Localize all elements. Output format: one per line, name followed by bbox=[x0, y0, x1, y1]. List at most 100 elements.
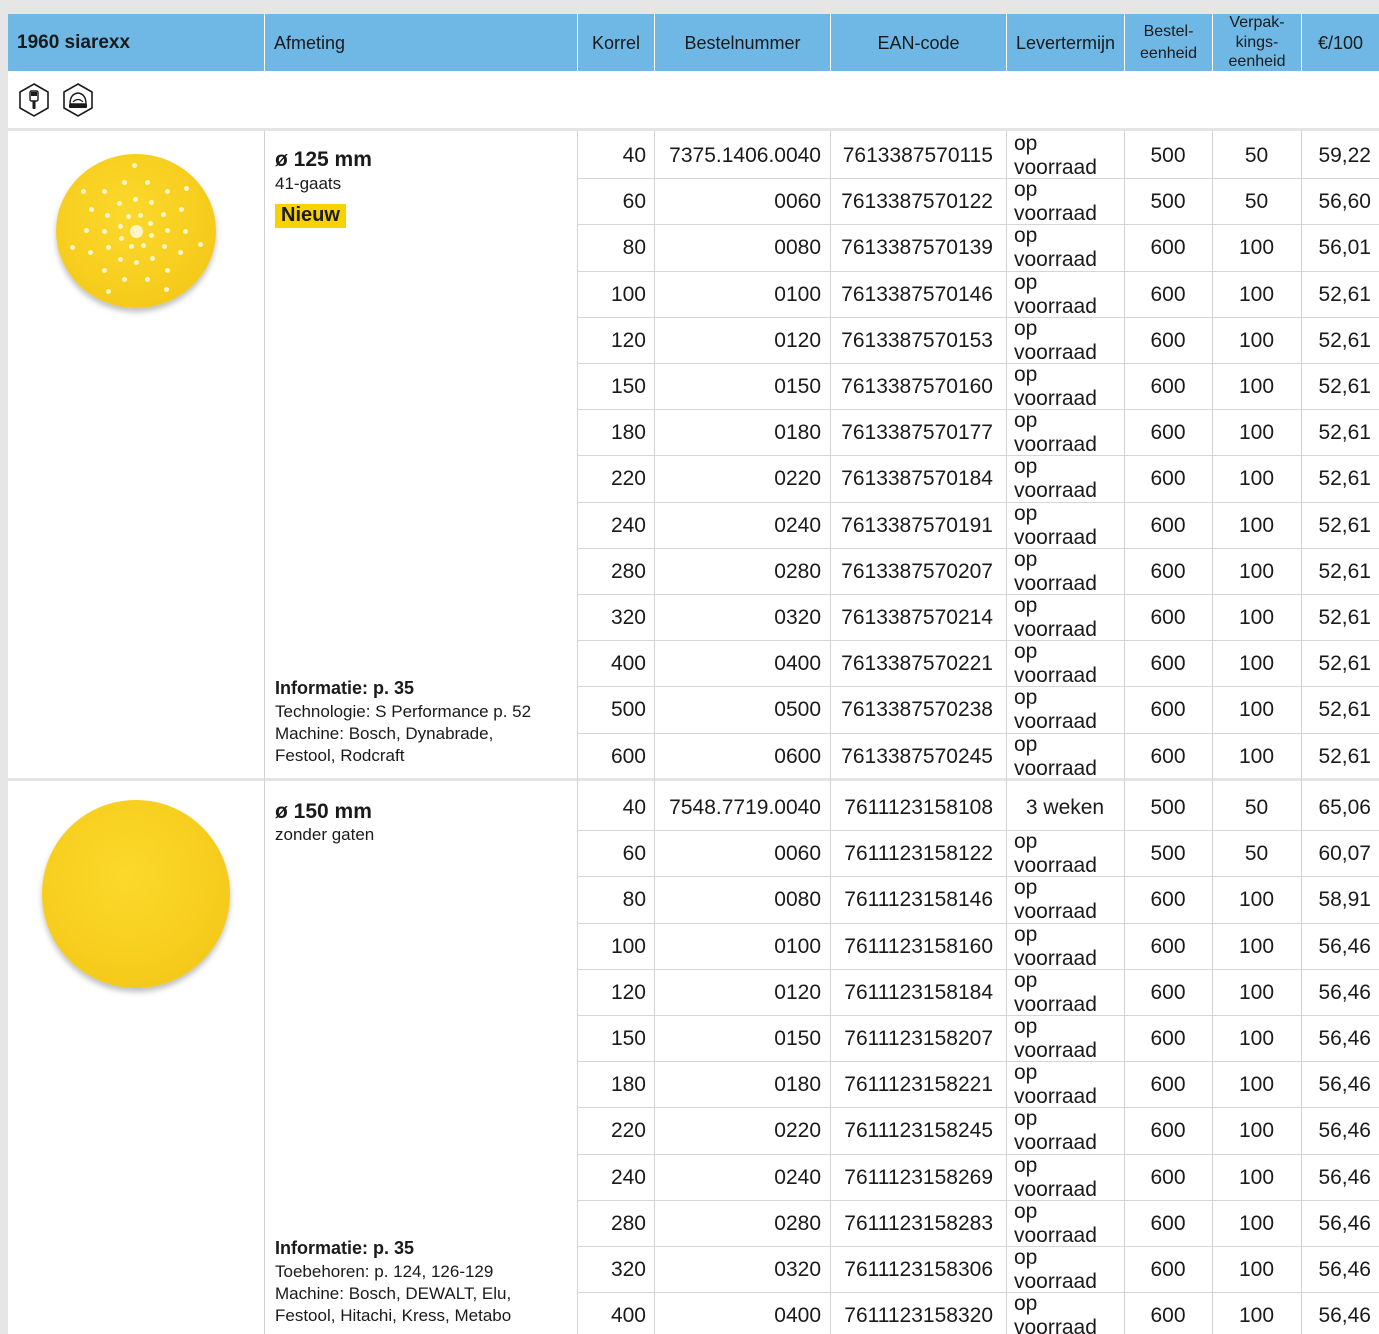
cell-lever: op voorraad bbox=[1014, 594, 1097, 641]
table-row: 60 0060 7613387570122 op voorraad 500 50 56,60 bbox=[577, 178, 1379, 225]
cell-ve: 100 bbox=[1238, 935, 1275, 958]
cell-ean: 7613387570191 bbox=[841, 514, 993, 537]
table-row: 400 0400 7611123158320 op voorraad 600 100 56,… bbox=[577, 1292, 1379, 1334]
cell-lever: op voorraad bbox=[1014, 1015, 1097, 1062]
header-levertermijn: Levertermijn bbox=[1006, 14, 1124, 71]
header-besteleenheid-line2: eenheid bbox=[1140, 44, 1197, 62]
cell-ve: 100 bbox=[1238, 283, 1275, 306]
info-title: Informatie: p. 35 bbox=[275, 1238, 415, 1258]
cell-bestel: 0220 bbox=[774, 1119, 821, 1142]
cell-bestel: 7548.7719.0040 bbox=[669, 796, 821, 819]
cell-prijs: 56,46 bbox=[1318, 1212, 1371, 1235]
header-verpak-line3: eenheid bbox=[1228, 53, 1286, 71]
disc-hole bbox=[138, 213, 144, 219]
cell-korrel: 40 bbox=[622, 796, 646, 819]
cell-korrel: 320 bbox=[610, 1258, 646, 1281]
table-row: 400 0400 7613387570221 op voorraad 600 100 52,… bbox=[577, 640, 1379, 687]
table-row: 180 0180 7613387570177 op voorraad 600 100 52,… bbox=[577, 409, 1379, 456]
new-badge: Nieuw bbox=[275, 204, 346, 228]
cell-be: 500 bbox=[1150, 190, 1186, 213]
cell-ean: 7611123158283 bbox=[844, 1212, 993, 1235]
cell-prijs: 56,46 bbox=[1318, 935, 1371, 958]
cell-prijs: 52,61 bbox=[1318, 375, 1371, 398]
cell-korrel: 120 bbox=[610, 329, 646, 352]
header-korrel: Korrel bbox=[577, 14, 654, 71]
header-verpak-line1: Verpak- bbox=[1229, 13, 1285, 31]
cell-be: 600 bbox=[1150, 1027, 1186, 1050]
cell-ve: 100 bbox=[1238, 1073, 1275, 1096]
section-note: Technologie: S Performance p. 52 bbox=[275, 702, 532, 721]
cell-ean: 7613387570238 bbox=[841, 698, 993, 721]
disc-hole bbox=[106, 288, 112, 294]
column-divider bbox=[264, 131, 265, 1334]
disc-hole bbox=[147, 221, 153, 227]
table-row: 40 7548.7719.0040 7611123158108 3 weken 500 5… bbox=[577, 785, 1379, 831]
cell-bestel: 0320 bbox=[774, 1258, 821, 1281]
cell-ve: 50 bbox=[1244, 842, 1269, 865]
cell-ean: 7611123158184 bbox=[844, 981, 993, 1004]
cell-lever: op voorraad bbox=[1014, 178, 1097, 225]
cell-bestel: 0280 bbox=[774, 1212, 821, 1235]
cell-ean: 7613387570221 bbox=[841, 652, 993, 675]
cell-korrel: 180 bbox=[610, 421, 646, 444]
cell-ean: 7613387570207 bbox=[841, 560, 993, 583]
table-row: 220 0220 7613387570184 op voorraad 600 100 52,… bbox=[577, 455, 1379, 502]
cell-korrel: 240 bbox=[610, 1166, 646, 1189]
cell-be: 600 bbox=[1150, 421, 1186, 444]
cell-ean: 7611123158269 bbox=[844, 1166, 993, 1189]
cell-ean: 7611123158306 bbox=[844, 1258, 993, 1281]
cell-korrel: 120 bbox=[610, 981, 646, 1004]
product-table-page: 1960 siarexx Afmeting Korrel Bestelnumme… bbox=[8, 14, 1379, 1334]
disc-hole bbox=[183, 228, 189, 234]
table-row: 240 0240 7613387570191 op voorraad 600 100 52,… bbox=[577, 502, 1379, 549]
cell-be: 600 bbox=[1150, 560, 1186, 583]
cell-korrel: 400 bbox=[610, 1304, 646, 1327]
cell-ve: 100 bbox=[1238, 329, 1275, 352]
cell-bestel: 0080 bbox=[774, 236, 821, 259]
disc-hole bbox=[106, 245, 112, 251]
cell-prijs: 52,61 bbox=[1318, 745, 1371, 768]
cell-prijs: 56,46 bbox=[1318, 1119, 1371, 1142]
table-row: 220 0220 7611123158245 op voorraad 600 100 56,… bbox=[577, 1107, 1379, 1154]
cell-be: 600 bbox=[1150, 698, 1186, 721]
disc-hole bbox=[105, 213, 111, 219]
header-product-name: 1960 siarexx bbox=[17, 32, 131, 53]
cell-lever: op voorraad bbox=[1014, 923, 1097, 970]
section-note: Toebehoren: p. 124, 126-129 bbox=[275, 1262, 494, 1281]
cell-bestel: 0080 bbox=[774, 888, 821, 911]
cell-prijs: 56,01 bbox=[1318, 236, 1371, 259]
cell-lever: op voorraad bbox=[1014, 224, 1097, 271]
cell-korrel: 280 bbox=[610, 560, 646, 583]
disc-hole bbox=[88, 206, 94, 212]
cell-prijs: 52,61 bbox=[1318, 514, 1371, 537]
cell-ve: 100 bbox=[1238, 236, 1275, 259]
cell-prijs: 56,46 bbox=[1318, 981, 1371, 1004]
cell-ve: 100 bbox=[1238, 421, 1275, 444]
cell-ean: 7613387570122 bbox=[841, 190, 993, 213]
cell-ve: 100 bbox=[1238, 1119, 1275, 1142]
cell-lever: op voorraad bbox=[1014, 686, 1097, 733]
disc-hole bbox=[140, 242, 146, 248]
cell-ean: 7613387570214 bbox=[841, 606, 993, 629]
cell-bestel: 0400 bbox=[774, 1304, 821, 1327]
cell-be: 600 bbox=[1150, 1166, 1186, 1189]
cell-prijs: 52,61 bbox=[1318, 467, 1371, 490]
table-row: 120 0120 7613387570153 op voorraad 600 100 52,… bbox=[577, 317, 1379, 364]
cell-bestel: 7375.1406.0040 bbox=[669, 144, 821, 167]
cell-lever: op voorraad bbox=[1014, 132, 1097, 179]
disc-hole bbox=[164, 267, 170, 273]
cell-ve: 100 bbox=[1238, 981, 1275, 1004]
cell-ve: 100 bbox=[1238, 1027, 1275, 1050]
cell-lever: op voorraad bbox=[1014, 1200, 1097, 1247]
cell-bestel: 0150 bbox=[774, 1027, 821, 1050]
sanding-disc-150-image bbox=[42, 800, 230, 988]
cell-be: 600 bbox=[1150, 467, 1186, 490]
cell-bestel: 0180 bbox=[774, 421, 821, 444]
cell-prijs: 58,91 bbox=[1318, 888, 1371, 911]
cell-ean: 7611123158207 bbox=[844, 1027, 993, 1050]
disc-hole bbox=[163, 287, 169, 293]
cell-korrel: 220 bbox=[610, 1119, 646, 1142]
disc-hole bbox=[132, 196, 138, 202]
cell-lever: op voorraad bbox=[1014, 502, 1097, 549]
cell-ve: 100 bbox=[1238, 745, 1275, 768]
